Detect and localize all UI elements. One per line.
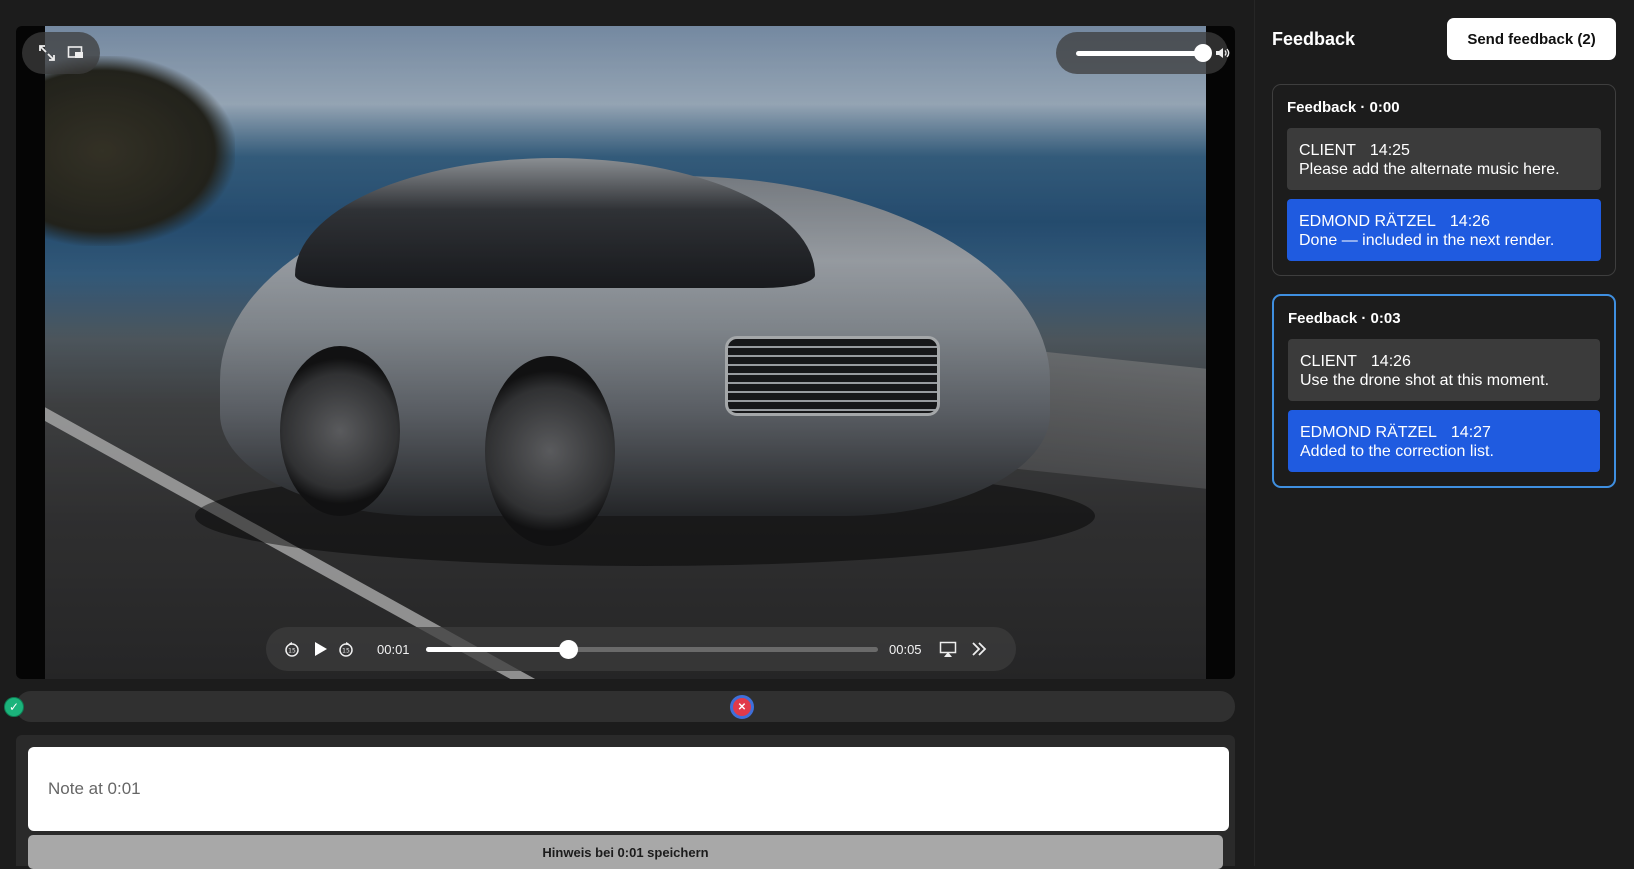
svg-text:15: 15: [342, 648, 350, 655]
message-time: 14:26: [1370, 353, 1411, 370]
svg-text:15: 15: [288, 648, 296, 655]
video-frame[interactable]: [45, 26, 1206, 679]
feedback-thread[interactable]: Feedback · 0:00 CLIENT 14:25 Please add t…: [1272, 84, 1616, 276]
message-editor: EDMOND RÄTZEL 14:26 Done — included in th…: [1287, 199, 1601, 261]
airplay-icon[interactable]: [939, 640, 957, 658]
duration: 00:05: [889, 642, 922, 657]
skip-forward-icon[interactable]: [970, 640, 988, 658]
message-text: Please add the alternate music here.: [1299, 161, 1560, 178]
progress-knob[interactable]: [559, 640, 579, 659]
volume-control[interactable]: [1056, 32, 1230, 74]
editor-panel: 15 15 00:01 00:05 ✓ ✕ Note at 0:01 Hinwe…: [0, 0, 1254, 869]
speaker-icon[interactable]: [1214, 44, 1232, 67]
save-note-button[interactable]: Hinweis bei 0:01 speichern: [28, 835, 1223, 869]
picture-in-picture-icon[interactable]: [67, 45, 85, 61]
rewind-15-icon[interactable]: 15: [283, 640, 301, 658]
message-text: Added to the correction list.: [1300, 443, 1494, 460]
close-icon[interactable]: ✕: [730, 695, 754, 719]
current-time: 00:01: [377, 642, 410, 657]
message-time: 14:26: [1449, 213, 1490, 230]
progress-fill: [426, 647, 569, 652]
thread-title: Feedback · 0:03: [1288, 310, 1401, 327]
message-time: 14:27: [1450, 424, 1491, 441]
volume-track[interactable]: [1076, 51, 1202, 56]
message-editor: EDMOND RÄTZEL 14:27 Added to the correcti…: [1288, 410, 1600, 472]
view-controls: [22, 32, 100, 74]
send-feedback-button[interactable]: Send feedback (2): [1447, 18, 1616, 60]
video-overlay: [45, 26, 1206, 679]
video-player[interactable]: 15 15 00:01 00:05: [16, 26, 1235, 679]
play-icon[interactable]: [311, 640, 329, 658]
message-text: Use the drone shot at this moment.: [1300, 372, 1550, 389]
message-client: CLIENT 14:25 Please add the alternate mus…: [1287, 128, 1601, 190]
forward-15-icon[interactable]: 15: [337, 640, 355, 658]
volume-knob[interactable]: [1194, 44, 1212, 62]
fullscreen-icon[interactable]: [38, 44, 56, 62]
feedback-thread-active[interactable]: Feedback · 0:03 CLIENT 14:26 Use the dron…: [1272, 294, 1616, 488]
check-icon[interactable]: ✓: [4, 697, 24, 717]
progress-bar[interactable]: [426, 640, 878, 659]
thread-title: Feedback · 0:00: [1287, 99, 1400, 116]
message-text: Done — included in the next render.: [1299, 232, 1555, 249]
message-author: CLIENT: [1299, 142, 1356, 159]
message-author: EDMOND RÄTZEL: [1299, 213, 1436, 230]
feedback-sidebar: Feedback Send feedback (2) Feedback · 0:…: [1255, 0, 1634, 866]
message-time: 14:25: [1369, 142, 1410, 159]
playback-controls: 15 15 00:01 00:05: [266, 627, 1016, 671]
message-client: CLIENT 14:26 Use the drone shot at this m…: [1288, 339, 1600, 401]
message-author: CLIENT: [1300, 353, 1357, 370]
feedback-timeline[interactable]: ✓ ✕: [4, 691, 1235, 722]
sidebar-title: Feedback: [1272, 29, 1356, 49]
note-input[interactable]: [28, 747, 1229, 831]
note-composer: Hinweis bei 0:01 speichern: [16, 735, 1235, 869]
message-author: EDMOND RÄTZEL: [1300, 424, 1437, 441]
